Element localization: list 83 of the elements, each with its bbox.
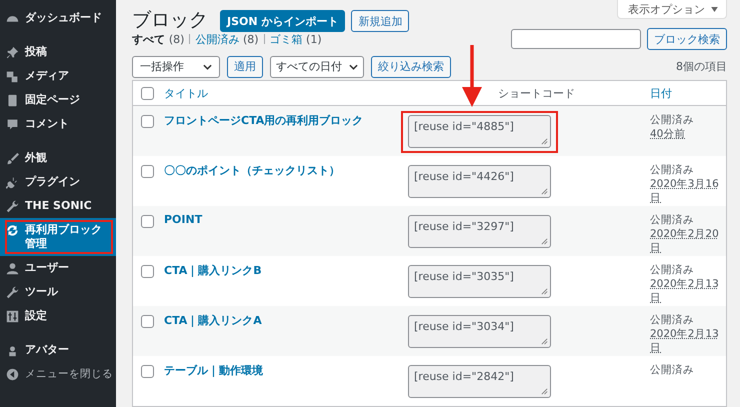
menu-item[interactable]: THE SONIC [0,194,116,218]
shortcode-field[interactable]: [reuse id="3297"] [408,215,551,248]
media-icon [6,70,19,83]
menu-item[interactable]: 再利用ブロック管理 [0,218,116,256]
checkbox[interactable] [141,165,154,178]
shortcode-field[interactable]: [reuse id="4885"] [408,115,551,148]
person-icon [6,262,19,275]
screen-options-tab[interactable]: 表示オプション [617,0,727,19]
checkbox[interactable] [141,215,154,228]
checkbox[interactable] [141,86,154,100]
column-header: ショートコード [497,86,576,100]
status-text: 公開済み [650,363,695,377]
date-text: 2020年2月13日 [650,277,720,305]
menu-item[interactable]: アバター [0,338,116,362]
block-title-link[interactable]: POINT [164,213,202,226]
resize-grip-icon [541,188,548,195]
status-text: 公開済み [650,263,695,277]
chevron-down-icon [203,64,212,70]
view-filter-link[interactable]: ゴミ箱 (1) [270,32,322,47]
column-header[interactable]: 日付 [650,86,726,100]
bulk-action-select[interactable]: 一括操作 [132,56,220,78]
search-button[interactable]: ブロック検索 [647,28,727,50]
collapse-icon [6,368,19,381]
header-button[interactable]: JSON からインポート [220,10,346,32]
menu-item[interactable]: 固定ページ [0,88,116,112]
filter-button[interactable]: 絞り込み検索 [371,56,451,78]
header-button[interactable]: 新規追加 [351,10,410,32]
shortcode-field[interactable]: [reuse id="4426"] [408,165,551,198]
resize-grip-icon [541,388,548,395]
pin-icon [6,46,19,59]
menu-item[interactable]: メディア [0,64,116,88]
status-text: 公開済み [650,213,695,227]
item-count: 8個の項目 [676,59,727,74]
block-title-link[interactable]: CTA｜購入リンクA [164,314,262,327]
dropdown-triangle-icon [711,6,718,12]
shortcode-field[interactable]: [reuse id="3035"] [408,265,551,298]
checkbox[interactable] [141,365,154,378]
resize-grip-icon [541,288,548,295]
menu-item[interactable]: ユーザー [0,256,116,280]
checkbox[interactable] [141,315,154,328]
menu-item[interactable]: 外観 [0,146,116,170]
wrench-icon [6,200,19,213]
view-filter-link[interactable]: 公開済み (8) [195,32,259,47]
plug-icon [6,176,19,189]
apply-button[interactable]: 適用 [227,56,263,78]
block-title-link[interactable]: 〇〇のポイント（チェックリスト） [164,164,340,177]
chevron-down-icon [349,64,358,70]
menu-item[interactable]: 投稿 [0,40,116,64]
checkbox[interactable] [141,265,154,278]
resize-grip-icon [541,338,548,345]
block-title-link[interactable]: フロントページCTA用の再利用ブロック [164,114,364,127]
brush-icon [6,152,19,165]
grid-icon [6,310,19,323]
wrench-icon [6,286,19,299]
column-header[interactable]: タイトル [164,86,409,100]
menu-item[interactable]: コメント [0,112,116,136]
date-select[interactable]: すべての日付 [270,56,364,78]
menu-item[interactable]: プラグイン [0,170,116,194]
date-text: 2020年2月13日 [650,327,720,355]
date-text: 2020年3月16日 [650,177,720,205]
checkbox[interactable] [141,115,154,128]
view-filter-link[interactable]: すべて (8) [132,32,184,47]
resize-grip-icon [541,138,548,145]
comment-icon [6,118,19,131]
menu-item[interactable]: ツール [0,280,116,304]
pages-icon [6,94,19,107]
search-field[interactable] [511,29,641,50]
resize-grip-icon [541,238,548,245]
menu-item[interactable]: 設定 [0,304,116,328]
block-title-link[interactable]: CTA｜購入リンクB [164,264,262,277]
refresh-icon [6,224,19,237]
menu-item[interactable]: ダッシュボード [0,6,116,30]
block-title-link[interactable]: テーブル｜動作環境 [164,364,263,377]
arrow-annotation [460,45,484,107]
shortcode-field[interactable]: [reuse id="3034"] [408,315,551,348]
status-text: 公開済み [650,313,695,327]
date-text: 40分前 [650,127,686,141]
status-text: 公開済み [650,163,695,177]
shortcode-field[interactable]: [reuse id="2842"] [408,365,551,398]
date-text: 2020年2月20日 [650,227,720,255]
menu-item[interactable]: メニューを閉じる [0,362,116,386]
status-text: 公開済み [650,113,695,127]
page-title: ブロック [132,8,208,32]
